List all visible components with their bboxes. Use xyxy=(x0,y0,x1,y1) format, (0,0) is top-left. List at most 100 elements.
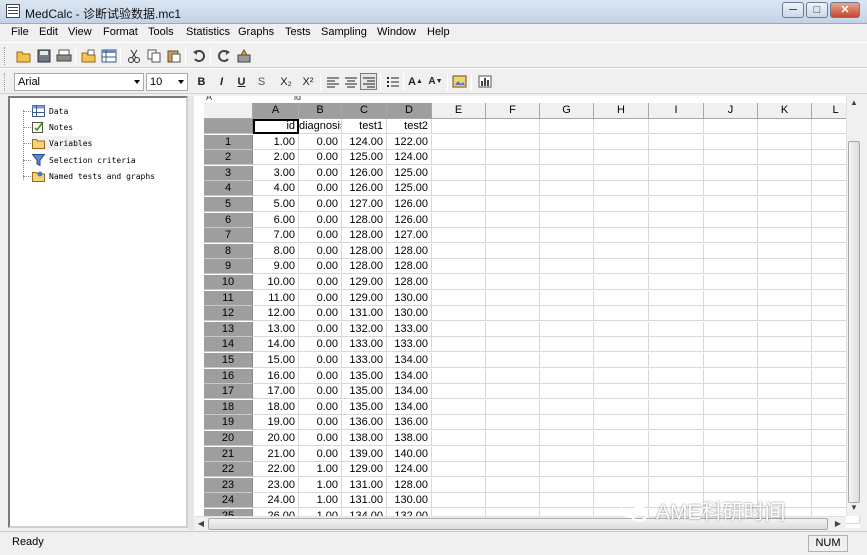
data-cell[interactable]: 128.00 xyxy=(387,275,432,290)
data-cell[interactable]: 125.00 xyxy=(387,165,432,181)
spreadsheet-icon[interactable] xyxy=(100,47,117,64)
data-cell[interactable]: 0.00 xyxy=(299,275,342,290)
empty-cell[interactable] xyxy=(486,477,540,493)
empty-cell[interactable] xyxy=(432,353,486,368)
row-header[interactable]: 9 xyxy=(204,259,253,275)
empty-cell[interactable] xyxy=(540,197,594,212)
row-header[interactable]: 3 xyxy=(204,165,253,181)
empty-cell[interactable] xyxy=(540,119,594,134)
empty-cell[interactable] xyxy=(758,462,812,478)
empty-cell[interactable] xyxy=(758,384,812,400)
empty-cell[interactable] xyxy=(432,399,486,415)
font-size-select[interactable]: 10 xyxy=(146,73,188,91)
empty-cell[interactable] xyxy=(594,212,649,228)
empty-cell[interactable] xyxy=(758,228,812,244)
empty-cell[interactable] xyxy=(432,290,486,306)
empty-cell[interactable] xyxy=(432,368,486,384)
bullet-list-icon[interactable] xyxy=(384,73,401,90)
subscript-button[interactable]: X₂ xyxy=(276,73,296,90)
empty-cell[interactable] xyxy=(432,415,486,431)
empty-cell[interactable] xyxy=(758,197,812,212)
copy-icon[interactable] xyxy=(145,47,162,64)
scroll-up-icon[interactable]: ▲ xyxy=(848,97,860,109)
empty-cell[interactable] xyxy=(649,353,704,368)
empty-cell[interactable] xyxy=(758,275,812,290)
row-header[interactable]: 6 xyxy=(204,212,253,228)
empty-cell[interactable] xyxy=(486,353,540,368)
data-cell[interactable]: 124.00 xyxy=(342,134,387,150)
row-header-names[interactable] xyxy=(204,119,253,134)
empty-cell[interactable] xyxy=(540,275,594,290)
data-cell[interactable]: 0.00 xyxy=(299,415,342,431)
empty-cell[interactable] xyxy=(704,368,758,384)
empty-cell[interactable] xyxy=(540,493,594,509)
empty-cell[interactable] xyxy=(432,228,486,244)
shrink-font-icon[interactable]: A ▼ xyxy=(427,73,444,90)
column-header-e[interactable]: E xyxy=(432,103,486,119)
empty-cell[interactable] xyxy=(540,431,594,446)
data-cell[interactable]: 126.00 xyxy=(342,165,387,181)
empty-cell[interactable] xyxy=(540,306,594,322)
empty-cell[interactable] xyxy=(704,150,758,166)
empty-cell[interactable] xyxy=(432,477,486,493)
empty-cell[interactable] xyxy=(594,134,649,150)
data-cell[interactable]: 128.00 xyxy=(342,228,387,244)
data-cell[interactable]: 134.00 xyxy=(387,399,432,415)
redo-icon[interactable] xyxy=(215,47,232,64)
data-cell[interactable]: 7.00 xyxy=(253,228,299,244)
empty-cell[interactable] xyxy=(649,212,704,228)
empty-cell[interactable] xyxy=(758,134,812,150)
empty-cell[interactable] xyxy=(432,150,486,166)
print-icon[interactable] xyxy=(55,47,72,64)
empty-cell[interactable] xyxy=(758,415,812,431)
empty-cell[interactable] xyxy=(758,446,812,462)
empty-cell[interactable] xyxy=(540,134,594,150)
scroll-right-icon[interactable]: ▶ xyxy=(832,518,844,530)
align-right-icon[interactable] xyxy=(360,73,377,90)
empty-cell[interactable] xyxy=(758,119,812,134)
empty-cell[interactable] xyxy=(432,197,486,212)
menu-sampling[interactable]: Sampling xyxy=(321,26,367,38)
data-cell[interactable]: 21.00 xyxy=(253,446,299,462)
align-center-icon[interactable] xyxy=(342,73,359,90)
column-header-i[interactable]: I xyxy=(649,103,704,119)
column-header-f[interactable]: F xyxy=(486,103,540,119)
maximize-button[interactable]: □ xyxy=(806,2,828,18)
empty-cell[interactable] xyxy=(704,306,758,322)
data-cell[interactable]: 0.00 xyxy=(299,431,342,446)
data-cell[interactable]: 0.00 xyxy=(299,446,342,462)
data-cell[interactable]: 0.00 xyxy=(299,368,342,384)
empty-cell[interactable] xyxy=(540,462,594,478)
empty-cell[interactable] xyxy=(594,228,649,244)
data-cell[interactable]: 12.00 xyxy=(253,306,299,322)
row-header[interactable]: 16 xyxy=(204,368,253,384)
empty-cell[interactable] xyxy=(649,462,704,478)
data-cell[interactable]: 138.00 xyxy=(387,431,432,446)
scroll-down-icon[interactable]: ▼ xyxy=(848,502,860,514)
empty-cell[interactable] xyxy=(594,259,649,275)
open-file-icon[interactable] xyxy=(80,47,97,64)
data-cell[interactable]: 122.00 xyxy=(387,134,432,150)
row-header[interactable]: 2 xyxy=(204,150,253,166)
data-cell[interactable]: 0.00 xyxy=(299,150,342,166)
data-cell[interactable]: 0.00 xyxy=(299,259,342,275)
empty-cell[interactable] xyxy=(649,228,704,244)
empty-cell[interactable] xyxy=(486,384,540,400)
empty-cell[interactable] xyxy=(704,259,758,275)
empty-cell[interactable] xyxy=(649,306,704,322)
empty-cell[interactable] xyxy=(758,212,812,228)
data-cell[interactable]: 0.00 xyxy=(299,134,342,150)
empty-cell[interactable] xyxy=(486,306,540,322)
menu-tools[interactable]: Tools xyxy=(148,26,174,38)
data-cell[interactable]: 0.00 xyxy=(299,306,342,322)
row-header[interactable]: 12 xyxy=(204,306,253,322)
empty-cell[interactable] xyxy=(432,134,486,150)
row-header[interactable]: 23 xyxy=(204,477,253,493)
empty-cell[interactable] xyxy=(540,446,594,462)
empty-cell[interactable] xyxy=(649,415,704,431)
empty-cell[interactable] xyxy=(594,368,649,384)
empty-cell[interactable] xyxy=(486,446,540,462)
empty-cell[interactable] xyxy=(704,243,758,259)
empty-cell[interactable] xyxy=(704,275,758,290)
empty-cell[interactable] xyxy=(594,477,649,493)
